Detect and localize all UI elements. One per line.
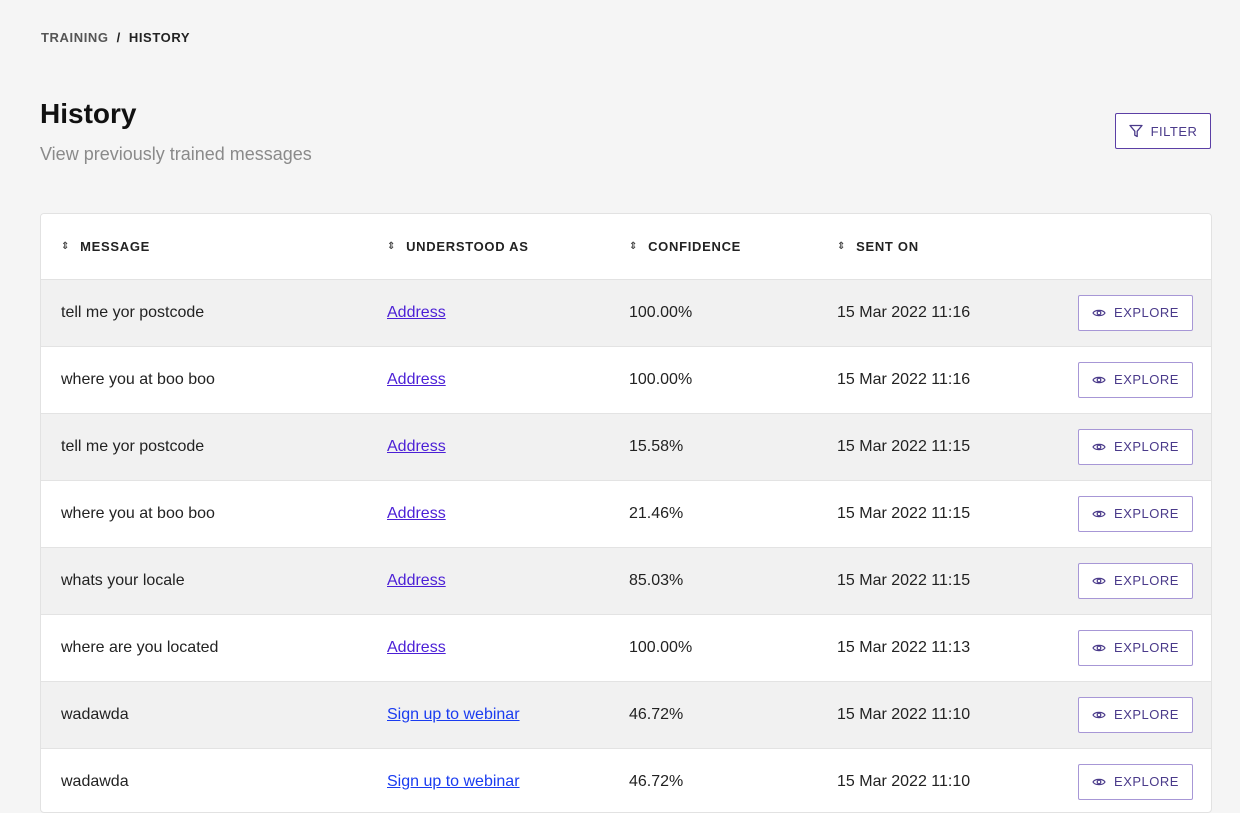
- message-cell: where are you located: [61, 639, 219, 656]
- explore-button-label: EXPLORE: [1114, 506, 1179, 521]
- breadcrumb-current: HISTORY: [128, 30, 191, 45]
- message-cell: where you at boo boo: [61, 505, 215, 522]
- table-body: tell me yor postcode Address 100.00% 15 …: [41, 280, 1211, 812]
- column-header-confidence[interactable]: ⇕ CONFIDENCE: [629, 239, 741, 254]
- table-row: tell me yor postcode Address 100.00% 15 …: [41, 280, 1211, 347]
- sort-icon: ⇕: [629, 240, 639, 252]
- column-header-sent-on[interactable]: ⇕ SENT ON: [837, 239, 919, 254]
- column-header-understood-as[interactable]: ⇕ UNDERSTOOD AS: [387, 239, 529, 254]
- column-header-label: CONFIDENCE: [648, 239, 742, 254]
- sent-on-cell: 15 Mar 2022 11:15: [837, 438, 971, 455]
- confidence-cell: 100.00%: [629, 371, 693, 388]
- table-header: ⇕ MESSAGE ⇕ UNDERSTOOD AS ⇕ CONFIDENCE ⇕…: [41, 214, 1211, 280]
- breadcrumb-training[interactable]: TRAINING: [41, 30, 109, 45]
- sent-on-cell: 15 Mar 2022 11:10: [837, 773, 971, 790]
- sent-on-cell: 15 Mar 2022 11:16: [837, 371, 971, 388]
- message-cell: where you at boo boo: [61, 371, 215, 388]
- understood-as-link[interactable]: Sign up to webinar: [387, 706, 520, 724]
- message-cell: wadawda: [61, 773, 129, 790]
- message-cell: whats your locale: [61, 572, 185, 589]
- column-header-label: UNDERSTOOD AS: [406, 239, 529, 254]
- confidence-cell: 85.03%: [629, 572, 684, 589]
- filter-icon: [1128, 124, 1143, 138]
- understood-as-link[interactable]: Address: [387, 505, 446, 523]
- filter-button[interactable]: FILTER: [1115, 113, 1211, 149]
- sent-on-cell: 15 Mar 2022 11:10: [837, 706, 971, 723]
- eye-icon: [1092, 510, 1106, 517]
- page-title: History: [40, 98, 137, 129]
- breadcrumb-separator: /: [116, 30, 121, 45]
- confidence-cell: 46.72%: [629, 773, 684, 790]
- understood-as-link[interactable]: Address: [387, 304, 446, 322]
- message-cell: tell me yor postcode: [61, 304, 205, 321]
- table-row: where are you located Address 100.00% 15…: [41, 615, 1211, 682]
- message-cell: wadawda: [61, 706, 129, 723]
- filter-button-label: FILTER: [1150, 123, 1198, 139]
- explore-button-label: EXPLORE: [1114, 640, 1179, 655]
- confidence-cell: 21.46%: [629, 505, 684, 522]
- sort-icon: ⇕: [61, 240, 71, 252]
- column-header-label: MESSAGE: [80, 239, 151, 254]
- explore-button-label: EXPLORE: [1114, 439, 1179, 454]
- explore-button[interactable]: EXPLORE: [1078, 294, 1193, 331]
- explore-button-label: EXPLORE: [1114, 372, 1179, 387]
- explore-button[interactable]: EXPLORE: [1078, 696, 1193, 733]
- understood-as-link[interactable]: Address: [387, 438, 446, 456]
- table-row: tell me yor postcode Address 15.58% 15 M…: [41, 414, 1211, 481]
- confidence-cell: 46.72%: [629, 706, 684, 723]
- eye-icon: [1092, 711, 1106, 718]
- table-row: whats your locale Address 85.03% 15 Mar …: [41, 548, 1211, 615]
- understood-as-link[interactable]: Address: [387, 371, 446, 389]
- explore-button-label: EXPLORE: [1114, 573, 1179, 588]
- table-row: where you at boo boo Address 100.00% 15 …: [41, 347, 1211, 414]
- sort-icon: ⇕: [837, 240, 847, 252]
- sort-icon: ⇕: [387, 240, 397, 252]
- explore-button[interactable]: EXPLORE: [1078, 495, 1193, 532]
- eye-icon: [1092, 309, 1106, 316]
- explore-button[interactable]: EXPLORE: [1078, 562, 1193, 599]
- explore-button[interactable]: EXPLORE: [1078, 629, 1193, 666]
- confidence-cell: 100.00%: [629, 304, 693, 321]
- sent-on-cell: 15 Mar 2022 11:15: [837, 572, 971, 589]
- column-header-message[interactable]: ⇕ MESSAGE: [61, 239, 150, 254]
- sent-on-cell: 15 Mar 2022 11:15: [837, 505, 971, 522]
- breadcrumb: TRAINING / HISTORY: [41, 30, 190, 45]
- confidence-cell: 15.58%: [629, 438, 684, 455]
- eye-icon: [1092, 644, 1106, 651]
- column-header-label: SENT ON: [856, 239, 919, 254]
- eye-icon: [1092, 778, 1106, 785]
- table-row: wadawda Sign up to webinar 46.72% 15 Mar…: [41, 682, 1211, 749]
- eye-icon: [1092, 376, 1106, 383]
- eye-icon: [1092, 577, 1106, 584]
- explore-button[interactable]: EXPLORE: [1078, 428, 1193, 465]
- sent-on-cell: 15 Mar 2022 11:16: [837, 304, 971, 321]
- explore-button-label: EXPLORE: [1114, 707, 1179, 722]
- history-table: ⇕ MESSAGE ⇕ UNDERSTOOD AS ⇕ CONFIDENCE ⇕…: [40, 213, 1212, 813]
- understood-as-link[interactable]: Sign up to webinar: [387, 773, 520, 791]
- table-row: wadawda Sign up to webinar 46.72% 15 Mar…: [41, 749, 1211, 812]
- understood-as-link[interactable]: Address: [387, 639, 446, 657]
- explore-button[interactable]: EXPLORE: [1078, 763, 1193, 800]
- table-row: where you at boo boo Address 21.46% 15 M…: [41, 481, 1211, 548]
- page-subtitle: View previously trained messages: [40, 144, 312, 164]
- eye-icon: [1092, 443, 1106, 450]
- message-cell: tell me yor postcode: [61, 438, 205, 455]
- explore-button-label: EXPLORE: [1114, 305, 1179, 320]
- understood-as-link[interactable]: Address: [387, 572, 446, 590]
- sent-on-cell: 15 Mar 2022 11:13: [837, 639, 971, 656]
- confidence-cell: 100.00%: [629, 639, 693, 656]
- explore-button-label: EXPLORE: [1114, 774, 1179, 789]
- explore-button[interactable]: EXPLORE: [1078, 361, 1193, 398]
